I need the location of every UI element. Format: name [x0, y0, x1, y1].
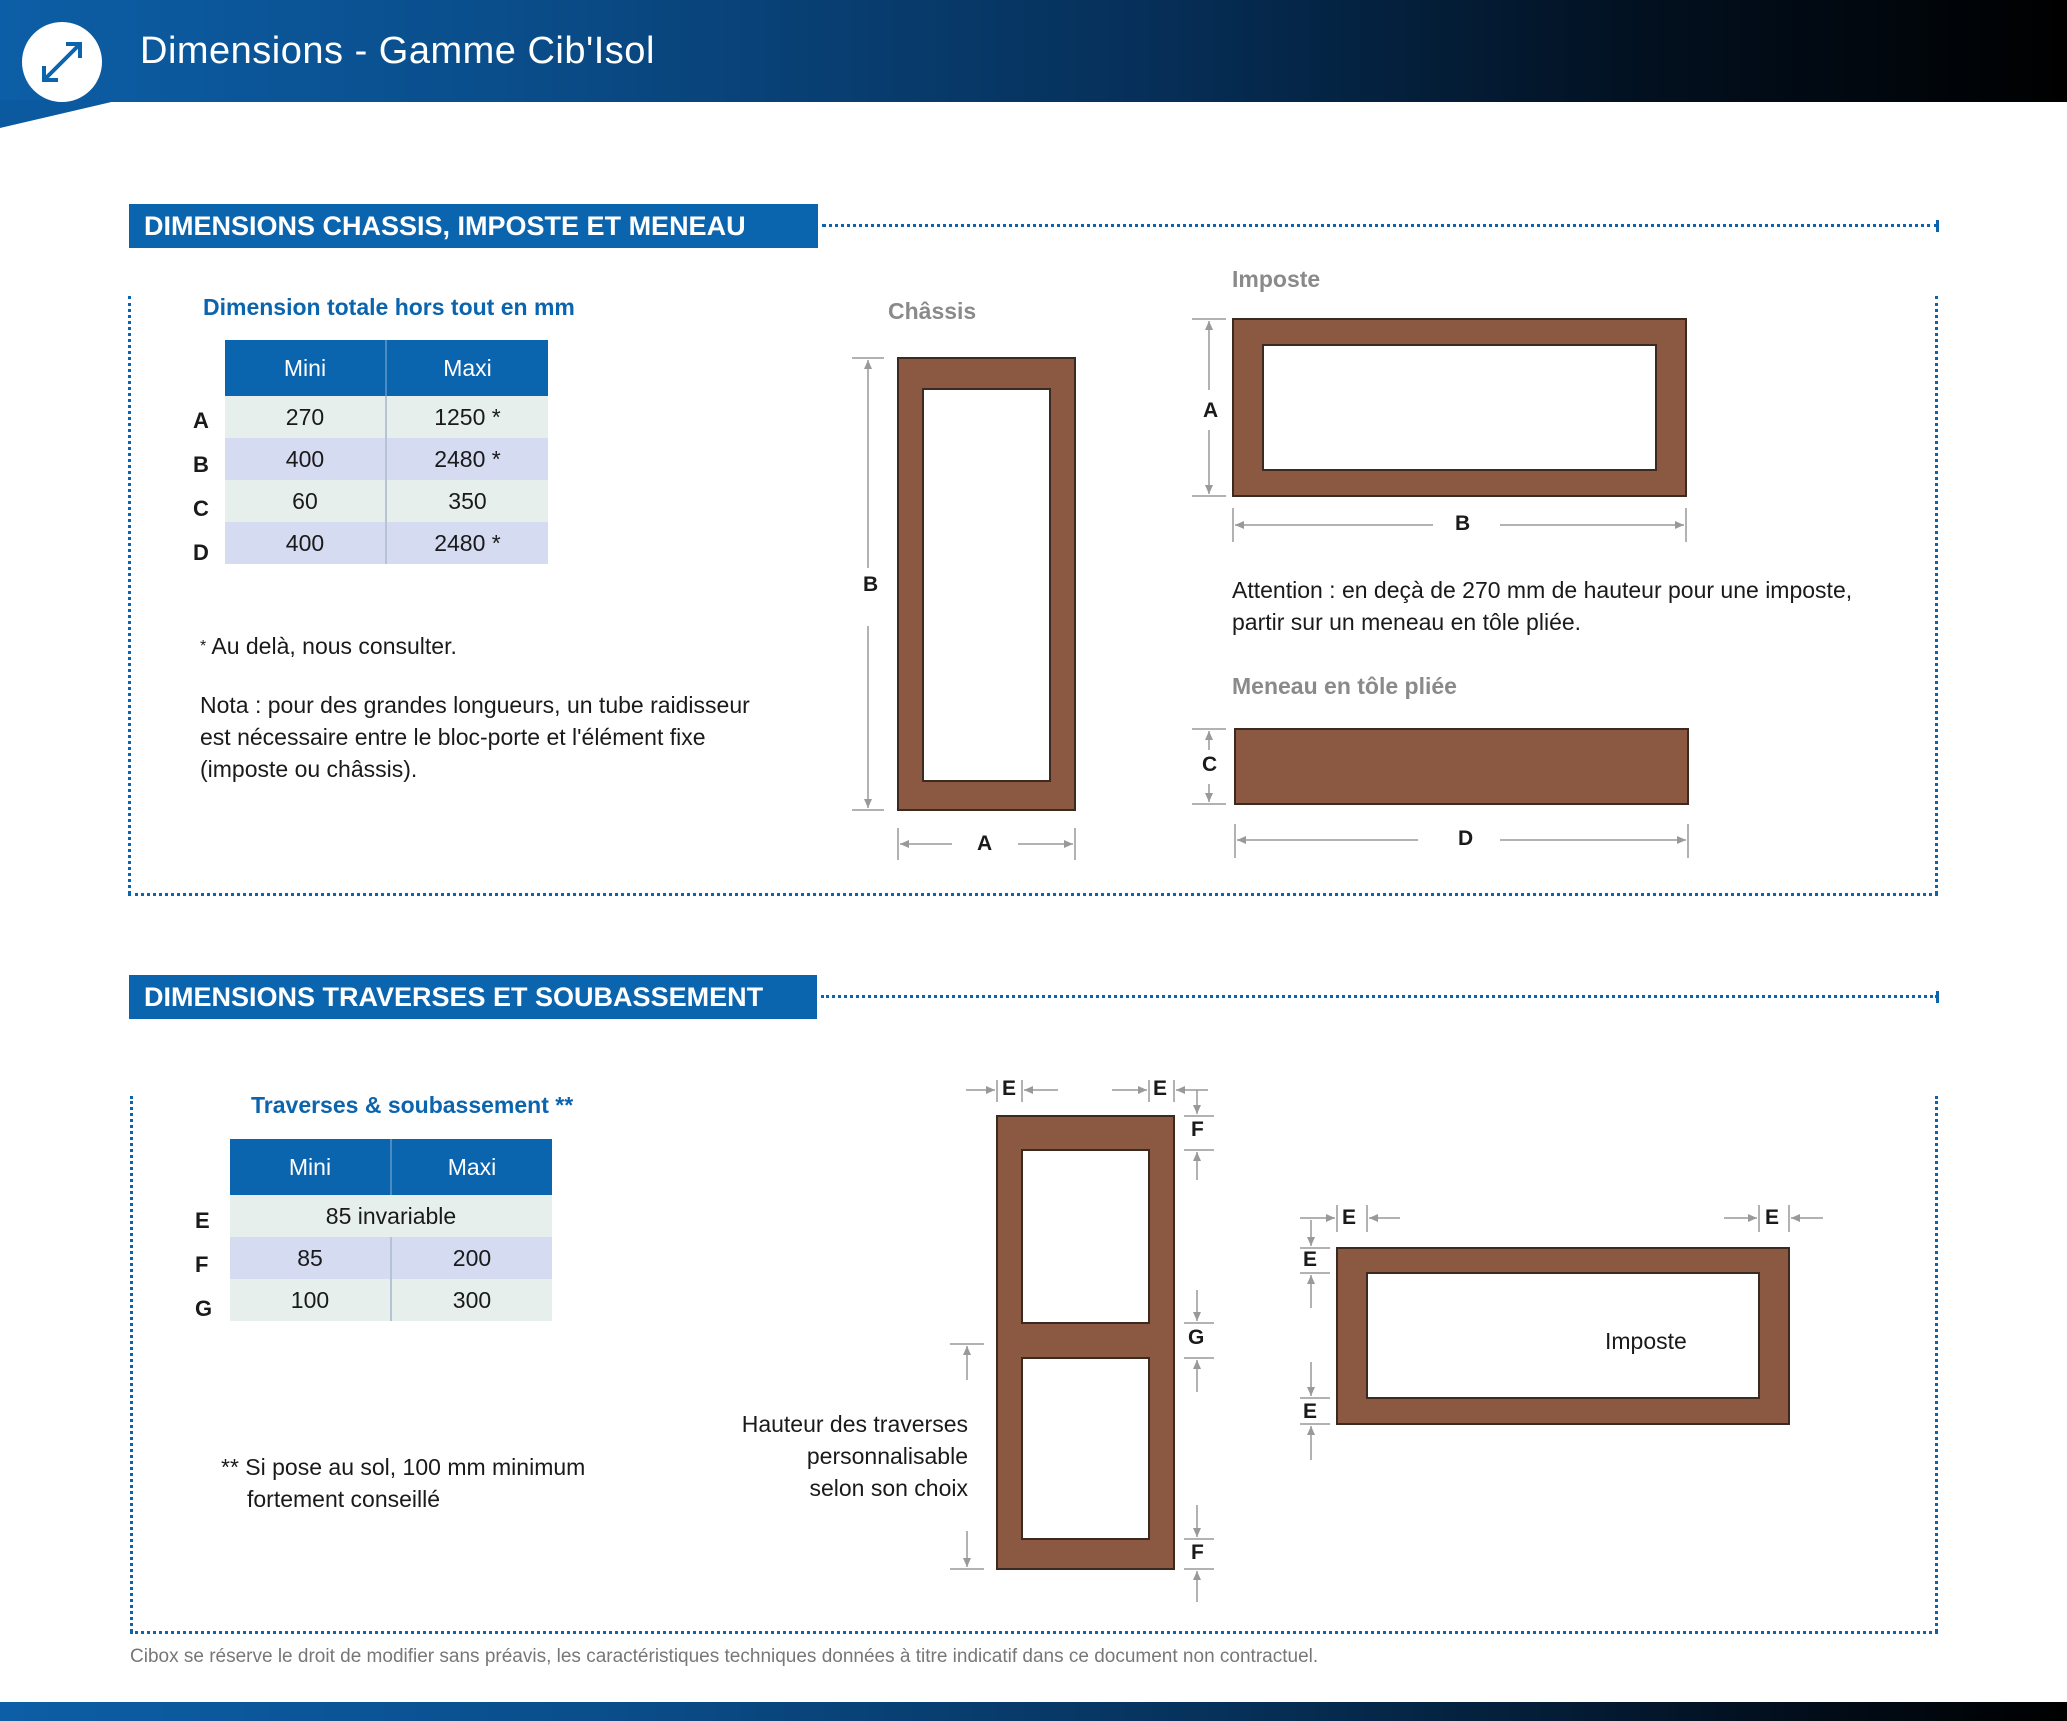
frame-label-g: G — [1188, 1326, 1205, 1349]
nota-line: est nécessaire entre le bloc-porte et l'… — [200, 724, 706, 750]
table-row: 270 1250 * — [225, 396, 548, 438]
section1-tick — [1936, 220, 1939, 232]
cell-maxi: 200 — [390, 1237, 552, 1279]
table-row: 100 300 — [230, 1279, 552, 1321]
footnote2: ** Si pose au sol, 100 mm minimum fortem… — [221, 1451, 585, 1515]
attention-line: Attention : en deçà de 270 mm de hauteur… — [1232, 577, 1853, 603]
section2-dotted-top — [821, 995, 1938, 998]
traverses-table: Mini Maxi 85 invariable 85 200 100 300 — [230, 1139, 552, 1321]
table-row: 60 350 — [225, 480, 548, 522]
footnote2-line: fortement conseillé — [247, 1486, 441, 1512]
footnote-text: Au delà, nous consulter. — [211, 633, 457, 659]
attention-note: Attention : en deçà de 270 mm de hauteur… — [1232, 574, 1852, 638]
hauteur-note: Hauteur des traverses personnalisable se… — [700, 1408, 968, 1504]
imposte2-frame — [1336, 1247, 1790, 1425]
section1-dotted-bottom — [128, 893, 1938, 896]
table-row: 400 2480 * — [225, 438, 548, 480]
section1-dotted-left — [128, 296, 131, 894]
col-header-mini: Mini — [225, 340, 387, 396]
hauteur-line: personnalisable — [806, 1443, 968, 1469]
cell-maxi: 300 — [390, 1279, 552, 1321]
table-row: 85 200 — [230, 1237, 552, 1279]
frame-label-e-left: E — [1002, 1077, 1017, 1100]
imposte2-label-e-lower: E — [1303, 1400, 1318, 1423]
traverse-frame — [996, 1115, 1175, 1570]
meneau-label-d: D — [1458, 827, 1474, 850]
dimensions-table: Mini Maxi 270 1250 * 400 2480 * 60 350 4… — [225, 340, 548, 564]
footnote2-line: ** Si pose au sol, 100 mm minimum — [221, 1454, 586, 1480]
imposte2-label-e-top-left: E — [1342, 1206, 1357, 1229]
imposte-title: Imposte — [1232, 266, 1321, 292]
row-label-c: C — [193, 496, 209, 521]
cell-mini: 85 — [230, 1237, 392, 1279]
row-label-a: A — [193, 408, 209, 433]
chassis-label-a: A — [977, 832, 993, 855]
frame-label-f-top: F — [1191, 1118, 1204, 1141]
footnote-mark: * — [200, 638, 207, 655]
section1-dotted-right — [1935, 296, 1938, 894]
cell-maxi: 2480 * — [385, 522, 548, 564]
frame-label-f-bottom: F — [1191, 1541, 1204, 1564]
col-header-maxi: Maxi — [390, 1139, 552, 1195]
table1-caption: Dimension totale hors tout en mm — [203, 294, 575, 320]
cell-maxi: 350 — [385, 480, 548, 522]
section2-dotted-left — [130, 1096, 133, 1632]
row-label-f: F — [195, 1252, 209, 1277]
imposte2-label-e-top-right: E — [1765, 1206, 1780, 1229]
cell-maxi: 2480 * — [385, 438, 548, 480]
frame-label-e-right: E — [1153, 1077, 1168, 1100]
cell-mini: 400 — [225, 522, 387, 564]
nota-text: Nota : pour des grandes longueurs, un tu… — [200, 689, 750, 785]
row-label-e: E — [195, 1208, 210, 1233]
cell-mini: 400 — [225, 438, 387, 480]
meneau-label-c: C — [1202, 753, 1218, 776]
imposte2-inner-label: Imposte — [1605, 1328, 1687, 1354]
chassis-title: Châssis — [888, 298, 977, 324]
hauteur-line: Hauteur des traverses — [741, 1411, 968, 1437]
footer-bar — [0, 1702, 2067, 1721]
chassis-frame — [897, 357, 1076, 811]
cell-mini: 100 — [230, 1279, 392, 1321]
footnote: * Au delà, nous consulter. — [200, 630, 457, 663]
nota-line: (imposte ou châssis). — [200, 756, 418, 782]
nota-line: Nota : pour des grandes longueurs, un tu… — [200, 692, 750, 718]
table-row: 85 invariable — [230, 1195, 552, 1237]
imposte-frame — [1232, 318, 1687, 497]
row-label-b: B — [193, 452, 209, 477]
col-header-mini: Mini — [230, 1139, 392, 1195]
row-label-d: D — [193, 540, 209, 565]
section2-dotted-right — [1935, 1096, 1938, 1632]
chassis-label-b: B — [863, 573, 879, 596]
meneau-bar — [1234, 728, 1689, 805]
logo-badge — [22, 22, 102, 102]
col-header-maxi: Maxi — [385, 340, 548, 396]
resize-arrows-icon — [42, 42, 82, 82]
table-row: 400 2480 * — [225, 522, 548, 564]
section2-tick — [1936, 991, 1939, 1003]
footer-disclaimer: Cibox se réserve le droit de modifier sa… — [130, 1646, 1319, 1667]
cell-merged: 85 invariable — [230, 1195, 552, 1237]
hauteur-line: selon son choix — [809, 1475, 968, 1501]
row-label-g: G — [195, 1296, 213, 1321]
meneau-title: Meneau en tôle pliée — [1232, 673, 1457, 699]
page-title: Dimensions - Gamme Cib'Isol — [140, 30, 655, 72]
table2-caption: Traverses & soubassement ** — [251, 1092, 574, 1118]
cell-mini: 270 — [225, 396, 387, 438]
imposte2-dim-e — [1300, 1205, 1823, 1460]
imposte2-label-e-upper: E — [1303, 1248, 1318, 1271]
section2-title: DIMENSIONS TRAVERSES ET SOUBASSEMENT — [129, 975, 817, 1019]
section2-dotted-bottom — [130, 1631, 1938, 1634]
section1-title: DIMENSIONS CHASSIS, IMPOSTE ET MENEAU — [129, 204, 818, 248]
header-tab-decoration — [0, 100, 120, 128]
cell-maxi: 1250 * — [385, 396, 548, 438]
section1-dotted-top — [822, 224, 1938, 227]
imposte-label-a: A — [1203, 399, 1219, 422]
imposte-label-b: B — [1455, 512, 1471, 535]
attention-line: partir sur un meneau en tôle pliée. — [1232, 609, 1582, 635]
cell-mini: 60 — [225, 480, 387, 522]
